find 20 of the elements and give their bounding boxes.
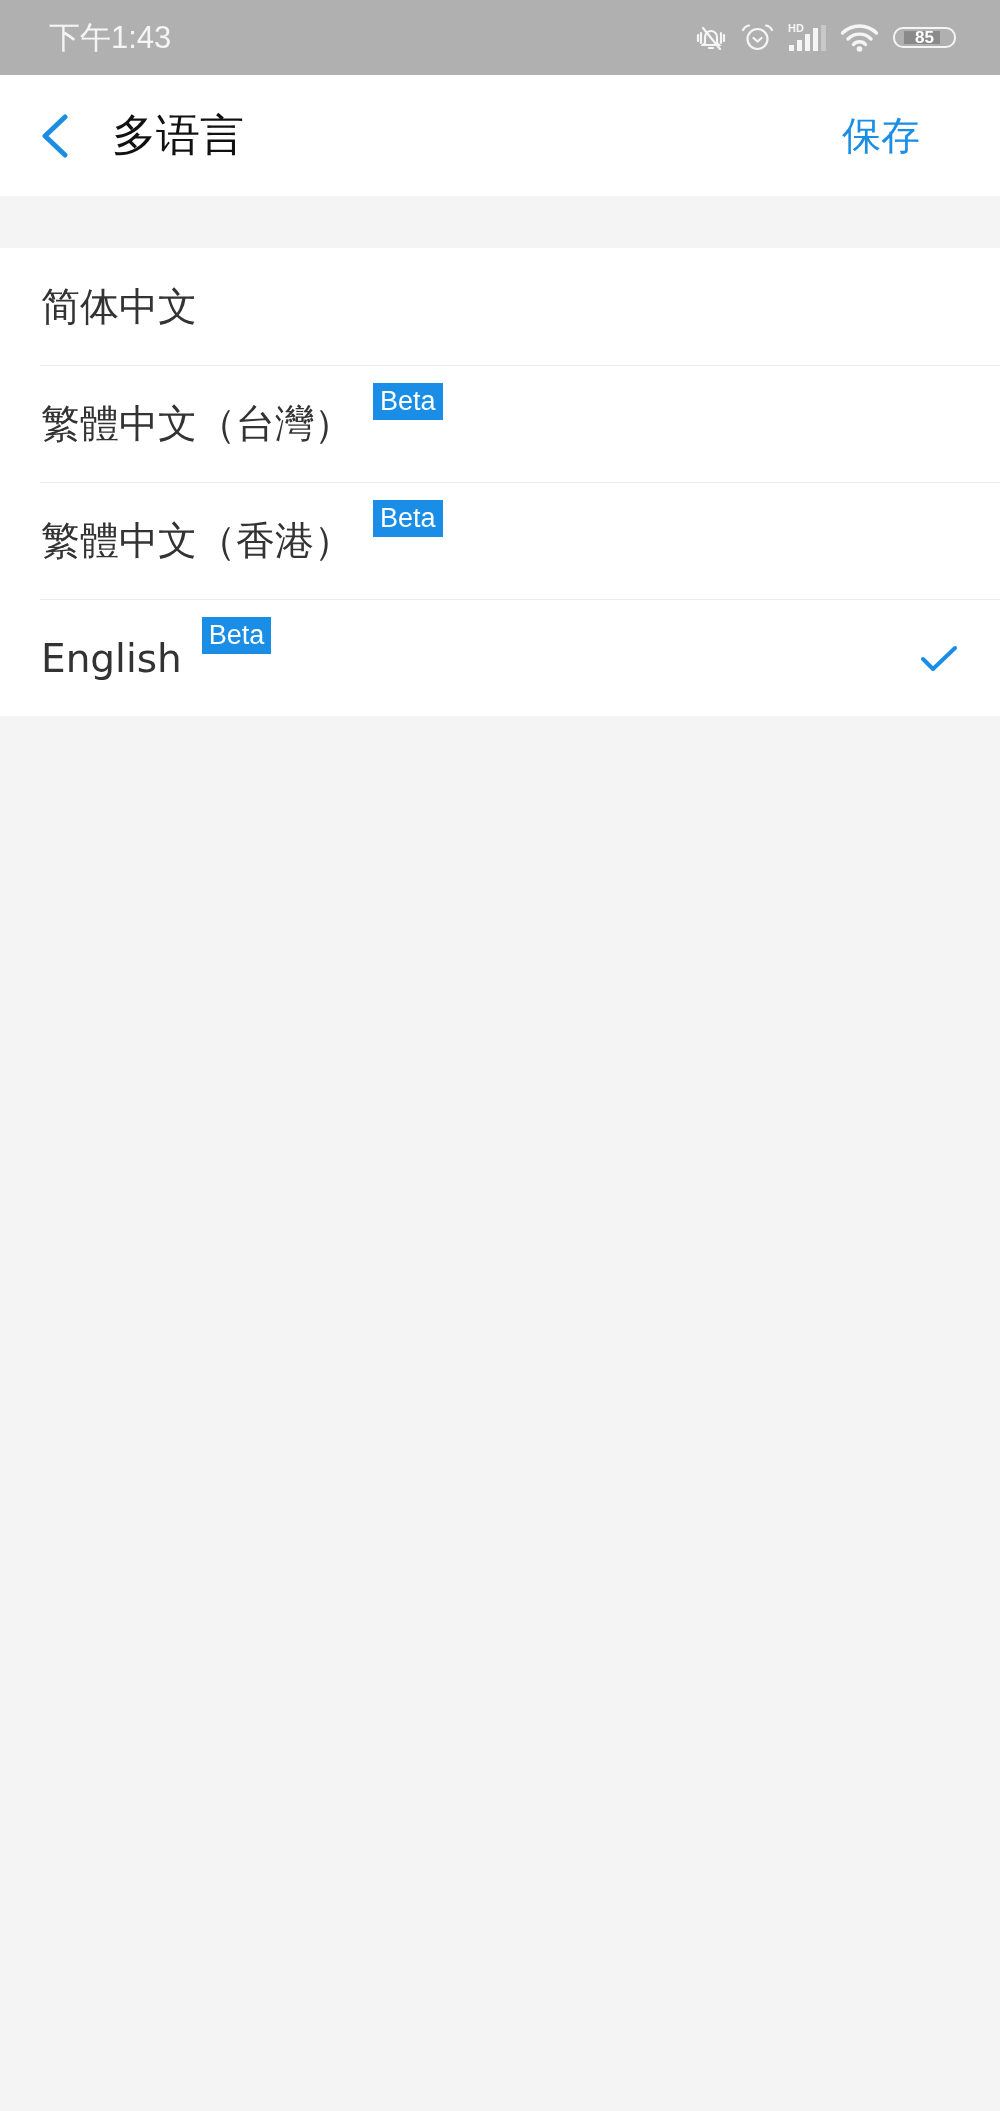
language-option[interactable]: 繁體中文（香港） Beta	[40, 482, 1000, 599]
wifi-icon	[840, 23, 879, 52]
alarm-clock-icon	[741, 24, 774, 51]
beta-badge: Beta	[373, 383, 443, 420]
language-label: 繁體中文（香港）	[40, 517, 353, 565]
language-option[interactable]: 简体中文	[40, 248, 1000, 365]
language-label: 简体中文	[40, 282, 197, 331]
network-type-text: HD	[788, 21, 804, 34]
muted-bell-icon	[695, 25, 727, 50]
beta-badge: Beta	[201, 617, 272, 654]
status-time: 下午1:43	[49, 18, 172, 57]
battery-percent-text: 85	[915, 29, 934, 46]
page-title: 多语言	[112, 108, 245, 162]
language-label: English	[40, 635, 182, 681]
chevron-left-icon	[39, 113, 69, 158]
language-option[interactable]: 繁體中文（台灣） Beta	[40, 365, 1000, 482]
beta-badge: Beta	[373, 500, 443, 537]
signal-icon	[788, 24, 826, 51]
language-label: 繁體中文（台灣）	[40, 400, 353, 448]
language-option[interactable]: English Beta	[40, 599, 1000, 716]
